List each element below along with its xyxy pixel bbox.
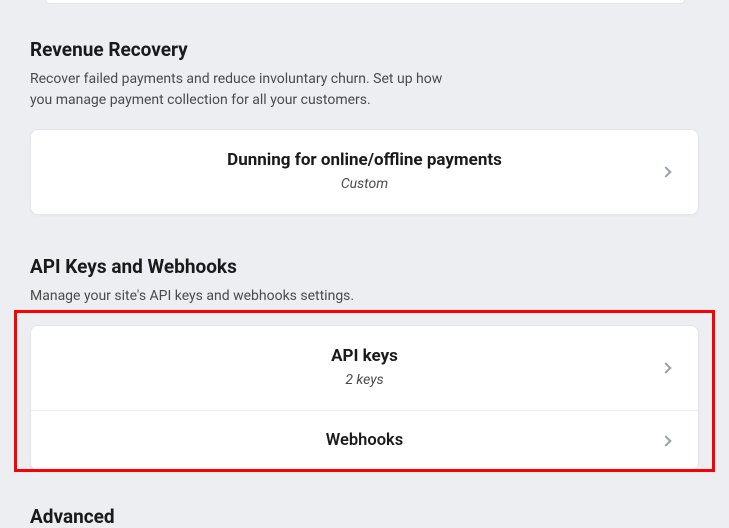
card-content: Dunning for online/offline payments Cust… bbox=[55, 150, 674, 192]
section-title-api: API Keys and Webhooks bbox=[30, 255, 699, 278]
card-subtitle-dunning: Custom bbox=[55, 176, 674, 192]
card-dunning[interactable]: Dunning for online/offline payments Cust… bbox=[31, 130, 698, 214]
chevron-right-icon bbox=[658, 433, 674, 449]
section-title-advanced: Advanced bbox=[30, 505, 699, 528]
card-subtitle-api-keys: 2 keys bbox=[55, 372, 674, 388]
previous-card-bottom-edge bbox=[45, 0, 685, 4]
section-description-api: Manage your site's API keys and webhooks… bbox=[30, 286, 460, 307]
chevron-right-icon bbox=[658, 164, 674, 180]
section-api-keys-webhooks: API Keys and Webhooks Manage your site's… bbox=[30, 255, 699, 471]
section-description-revenue-recovery: Recover failed payments and reduce invol… bbox=[30, 69, 460, 111]
section-revenue-recovery: Revenue Recovery Recover failed payments… bbox=[30, 38, 699, 215]
card-group-api: API keys 2 keys Webhooks bbox=[30, 325, 699, 471]
card-title-webhooks: Webhooks bbox=[55, 431, 674, 450]
card-title-dunning: Dunning for online/offline payments bbox=[55, 150, 674, 170]
card-content: API keys 2 keys bbox=[55, 346, 674, 388]
card-content: Webhooks bbox=[55, 431, 674, 450]
chevron-right-icon bbox=[658, 360, 674, 376]
card-api-keys[interactable]: API keys 2 keys bbox=[31, 326, 698, 410]
card-webhooks[interactable]: Webhooks bbox=[31, 410, 698, 470]
section-advanced: Advanced bbox=[30, 505, 699, 528]
section-title-revenue-recovery: Revenue Recovery bbox=[30, 38, 699, 61]
card-title-api-keys: API keys bbox=[55, 346, 674, 366]
card-group-revenue-recovery: Dunning for online/offline payments Cust… bbox=[30, 129, 699, 215]
